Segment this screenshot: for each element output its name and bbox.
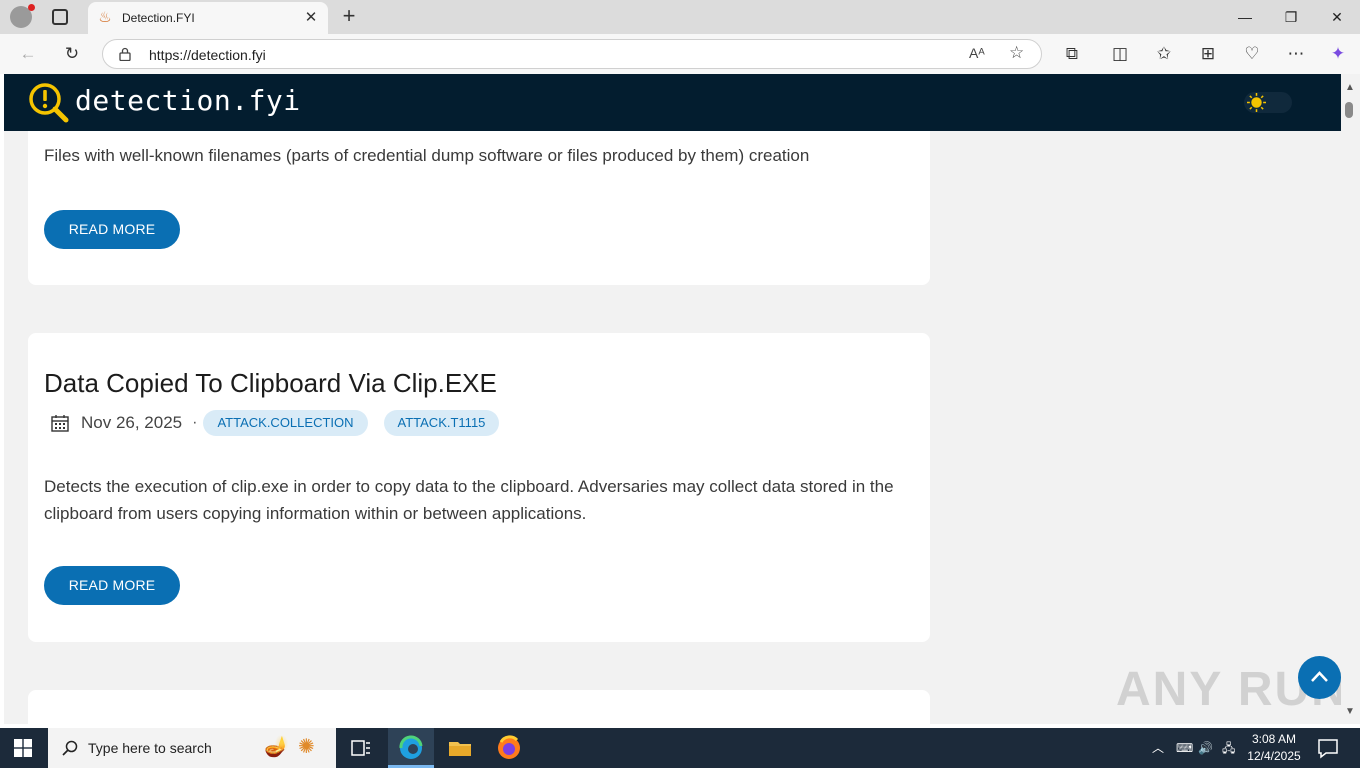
edge-taskbar-button[interactable] <box>388 728 434 768</box>
back-icon[interactable]: ← <box>14 40 42 68</box>
read-aloud-icon[interactable]: Aᴬ <box>969 45 985 61</box>
clock-date: 12/4/2025 <box>1247 749 1301 763</box>
meet-now-icon[interactable]: ⌨ <box>1176 728 1193 768</box>
favicon-icon: ♨ <box>98 9 112 26</box>
page-viewport: Files with well-known filenames (parts o… <box>4 74 1341 724</box>
card-description: Detects the execution of clip.exe in ord… <box>44 477 894 523</box>
volume-icon[interactable]: 🔊 <box>1198 728 1213 768</box>
windows-start-icon[interactable] <box>14 739 32 757</box>
page-scrollbar[interactable]: ▲ ▼ <box>1341 74 1360 724</box>
card-meta: Nov 26, 2025 · ATTACK.COLLECTION ATTACK.… <box>44 410 515 436</box>
tag-badge[interactable]: ATTACK.T1115 <box>383 410 500 436</box>
profile-icon[interactable] <box>10 4 35 28</box>
lock-icon <box>119 47 131 61</box>
tab-close-button[interactable]: ✕ <box>300 7 322 29</box>
calendar-icon <box>51 415 69 432</box>
favorites-icon[interactable]: ✩ <box>1150 40 1178 68</box>
search-placeholder: Type here to search <box>88 740 212 756</box>
site-logo-text[interactable]: detection.fyi <box>75 84 301 117</box>
edge-browser-icon <box>399 735 423 759</box>
card-description: Files with well-known filenames (parts o… <box>44 146 810 165</box>
logo-magnifier-icon <box>29 83 69 123</box>
browser-tab-strip: ♨ Detection.FYI ✕ + — ❐ ✕ <box>0 0 1360 34</box>
minimize-button[interactable]: — <box>1222 0 1268 34</box>
browser-toolbar: ← ↻ https://detection.fyi Aᴬ ☆ ⧉ ◫ ✩ ⊞ ♡… <box>0 34 1360 74</box>
task-view-icon[interactable] <box>346 734 374 762</box>
firefox-icon[interactable] <box>495 734 523 762</box>
more-menu-icon[interactable]: ⋯ <box>1282 40 1310 68</box>
tray-chevron-icon[interactable]: ︿ <box>1152 728 1164 768</box>
scroll-to-top-button[interactable] <box>1298 656 1341 699</box>
network-icon[interactable]: 🖧 <box>1222 728 1235 768</box>
refresh-icon[interactable]: ↻ <box>58 40 86 68</box>
file-explorer-icon[interactable] <box>446 734 474 762</box>
read-more-button[interactable]: READ MORE <box>44 566 180 605</box>
detection-card <box>28 690 930 724</box>
clock-time: 3:08 AM <box>1251 732 1297 746</box>
scroll-up-icon[interactable]: ▲ <box>1345 82 1355 93</box>
copilot-icon[interactable]: ✦ <box>1324 40 1352 68</box>
meta-separator: · <box>192 414 198 431</box>
detection-card: Data Copied To Clipboard Via Clip.EXE No… <box>28 333 930 642</box>
chevron-up-icon <box>1311 671 1328 682</box>
address-bar[interactable]: https://detection.fyi Aᴬ ☆ <box>102 39 1042 69</box>
scroll-down-icon[interactable]: ▼ <box>1345 706 1355 717</box>
diwali-lamp-icon: 🪔 <box>264 736 289 758</box>
split-screen-icon[interactable]: ◫ <box>1106 40 1134 68</box>
detection-card: Files with well-known filenames (parts o… <box>28 114 930 285</box>
taskbar-search[interactable]: Type here to search 🪔 ✺ <box>48 728 336 768</box>
browser-tab[interactable]: ♨ Detection.FYI ✕ <box>88 2 328 34</box>
search-icon <box>62 740 78 756</box>
new-tab-button[interactable]: + <box>338 3 360 29</box>
taskbar: Type here to search 🪔 ✺ ︿ ⌨ 🔊 🖧 3:08 AM … <box>0 728 1360 768</box>
rangoli-icon: ✺ <box>298 736 315 758</box>
tab-title: Detection.FYI <box>122 11 195 25</box>
site-header: detection.fyi <box>4 74 1341 131</box>
card-title[interactable]: Data Copied To Clipboard Via Clip.EXE <box>44 368 497 399</box>
sun-icon <box>1247 93 1266 112</box>
extensions-icon[interactable]: ⧉ <box>1058 40 1086 68</box>
card-date: Nov 26, 2025 <box>81 413 183 432</box>
read-more-button[interactable]: READ MORE <box>44 210 180 249</box>
theme-toggle[interactable] <box>1244 92 1292 113</box>
url-text: https://detection.fyi <box>149 47 266 63</box>
collections-icon[interactable]: ⊞ <box>1194 40 1222 68</box>
scrollbar-thumb[interactable] <box>1345 102 1353 118</box>
notifications-icon[interactable] <box>1314 734 1342 762</box>
browser-essentials-icon[interactable]: ♡ <box>1238 40 1266 68</box>
tab-actions-icon[interactable] <box>52 9 68 25</box>
favorite-star-icon[interactable]: ☆ <box>1009 43 1024 63</box>
tag-badge[interactable]: ATTACK.COLLECTION <box>203 410 368 436</box>
window-close-button[interactable]: ✕ <box>1314 0 1360 34</box>
restore-button[interactable]: ❐ <box>1268 0 1314 34</box>
taskbar-clock[interactable]: 3:08 AM 12/4/2025 <box>1244 731 1304 765</box>
